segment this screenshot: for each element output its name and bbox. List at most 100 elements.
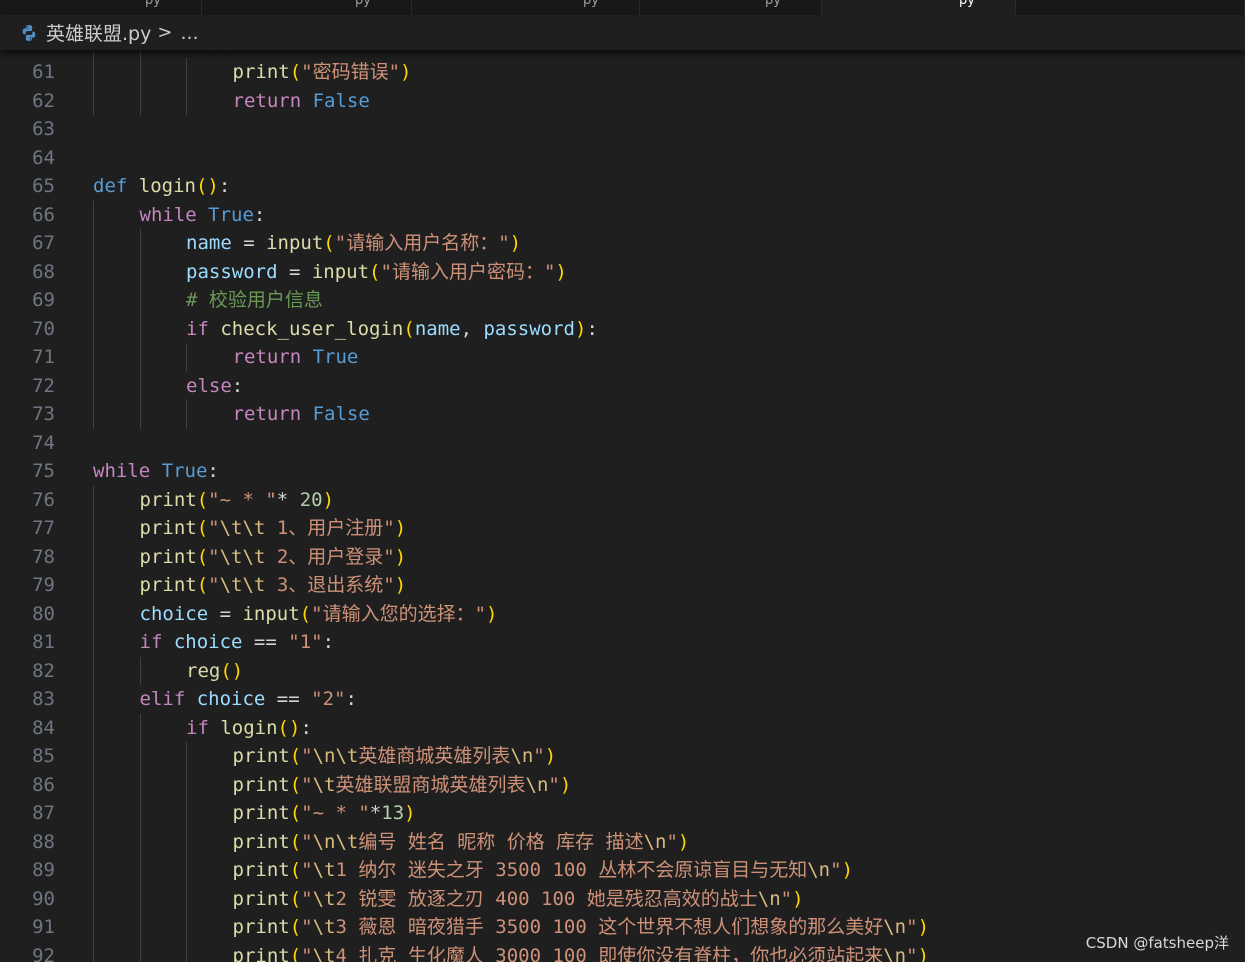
code-area[interactable]: 60else:61print("密码错误")62return False6364… [0, 0, 1245, 962]
code-line[interactable]: 81 if choice == "1": [0, 628, 1245, 657]
indent-guide [139, 856, 141, 885]
indent-guide [93, 485, 94, 514]
code-line[interactable]: 77 print("\t\t 1、用户注册") [0, 514, 1245, 543]
code-token: \t\t [219, 574, 266, 596]
line-number: 92 [32, 944, 55, 962]
indent-guide [93, 827, 94, 856]
code-token: 3 薇恩 暗夜猎手 3500 100 这个世界不想人们想象的那么美好 [335, 916, 884, 938]
code-line[interactable]: 83 elif choice == "2": [0, 685, 1245, 714]
watermark: CSDN @fatsheep洋 [1085, 934, 1229, 952]
line-source: return False [233, 400, 370, 429]
breadcrumb-file-name[interactable]: 英雄联盟.py [46, 19, 151, 46]
line-number: 76 [32, 488, 55, 511]
code-token: : [207, 460, 219, 482]
code-token: print [232, 802, 290, 824]
indent-guide [186, 941, 187, 962]
code-token: : [345, 688, 357, 710]
line-source: elif choice == "2": [140, 685, 357, 714]
code-token: ( [289, 745, 302, 767]
code-token: while [139, 203, 197, 226]
code-line[interactable]: 78 print("\t\t 2、用户登录") [0, 543, 1245, 572]
line-number: 75 [32, 460, 55, 482]
code-token: password [186, 260, 278, 283]
code-token: ) [394, 545, 407, 568]
line-source: def login(): [93, 172, 230, 201]
code-token: # 校验用户信息 [186, 289, 323, 311]
code-token: if [186, 317, 209, 340]
line-number: 64 [32, 146, 55, 169]
code-token: print [139, 517, 197, 539]
code-line[interactable]: 63 [0, 115, 1245, 144]
line-source: reg() [186, 657, 243, 686]
code-line[interactable]: 66 while True: [0, 201, 1245, 230]
indent-guide [139, 314, 141, 343]
code-token: " [301, 916, 313, 938]
code-token: ( [369, 260, 381, 283]
indent-guide [186, 913, 187, 942]
code-line[interactable]: 79 print("\t\t 3、退出系统") [0, 571, 1245, 600]
code-token: , [460, 317, 484, 340]
code-line[interactable]: 69 # 校验用户信息 [0, 286, 1245, 315]
code-token: login [138, 175, 196, 197]
code-line[interactable]: 80 choice = input("请输入您的选择：") [0, 600, 1245, 629]
code-line[interactable]: 70 if check_user_login(name, password): [0, 315, 1245, 344]
line-number: 74 [32, 431, 55, 454]
code-editor[interactable]: py py py py py 英雄联盟.py > ... 60else:61pr… [0, 0, 1245, 962]
code-line[interactable]: 76 print("~ * "* 20) [0, 486, 1245, 515]
code-token: " [301, 830, 313, 853]
code-token: ( [289, 61, 302, 83]
line-number: 71 [32, 346, 55, 368]
code-token: def [93, 175, 128, 197]
indent-guide [93, 229, 94, 258]
code-token: choice [173, 631, 243, 653]
code-token: 13 [381, 802, 405, 824]
code-token: " [533, 745, 545, 767]
code-line[interactable]: 68 password = input("请输入用户密码：") [0, 258, 1245, 287]
code-token: "请输入您的选择：" [311, 602, 487, 625]
line-source: else: [186, 372, 243, 401]
code-token: " [780, 887, 793, 910]
code-token: check_user_login [220, 317, 404, 340]
code-token: "请输入用户密码：" [380, 260, 556, 283]
code-line[interactable]: 65 def login(): [0, 172, 1245, 201]
indent-guide [93, 86, 94, 115]
code-line[interactable]: 67 name = input("请输入用户名称：") [0, 229, 1245, 258]
code-token: ) [917, 944, 930, 962]
code-token: 20 [299, 488, 323, 511]
code-token: ) [841, 859, 854, 881]
code-token: " [906, 944, 918, 962]
line-source: while True: [140, 201, 266, 230]
code-line[interactable]: 82 reg() [0, 657, 1245, 686]
line-number: 83 [32, 688, 55, 710]
code-token: print [232, 859, 290, 881]
code-token: \n [883, 916, 907, 938]
line-number: 70 [32, 317, 55, 340]
indent-guide [186, 742, 187, 771]
indent-guide [93, 884, 94, 913]
code-token: ( [289, 944, 302, 962]
code-line[interactable]: 75 while True: [0, 457, 1245, 486]
code-token: ( [196, 545, 209, 568]
code-token: return [232, 89, 302, 112]
code-line[interactable]: 72 else: [0, 372, 1245, 401]
code-token: \t [312, 916, 336, 938]
line-source: name = input("请输入用户名称：") [186, 229, 521, 258]
code-token: () [277, 716, 301, 739]
indent-guide [139, 884, 141, 913]
code-line[interactable]: 64 [0, 144, 1245, 173]
code-line[interactable]: 84 if login(): [0, 714, 1245, 743]
code-token: 1、用户注册" [265, 517, 395, 539]
code-line[interactable]: 74 [0, 429, 1245, 458]
code-token: print [232, 61, 290, 83]
breadcrumb-symbols[interactable]: ... [180, 22, 198, 44]
line-number: 86 [32, 773, 55, 796]
line-number: 62 [32, 89, 55, 112]
code-token: \n [510, 745, 534, 767]
code-token: 2、用户登录" [265, 545, 395, 568]
line-number: 88 [32, 830, 55, 853]
indent-guide [93, 571, 94, 600]
